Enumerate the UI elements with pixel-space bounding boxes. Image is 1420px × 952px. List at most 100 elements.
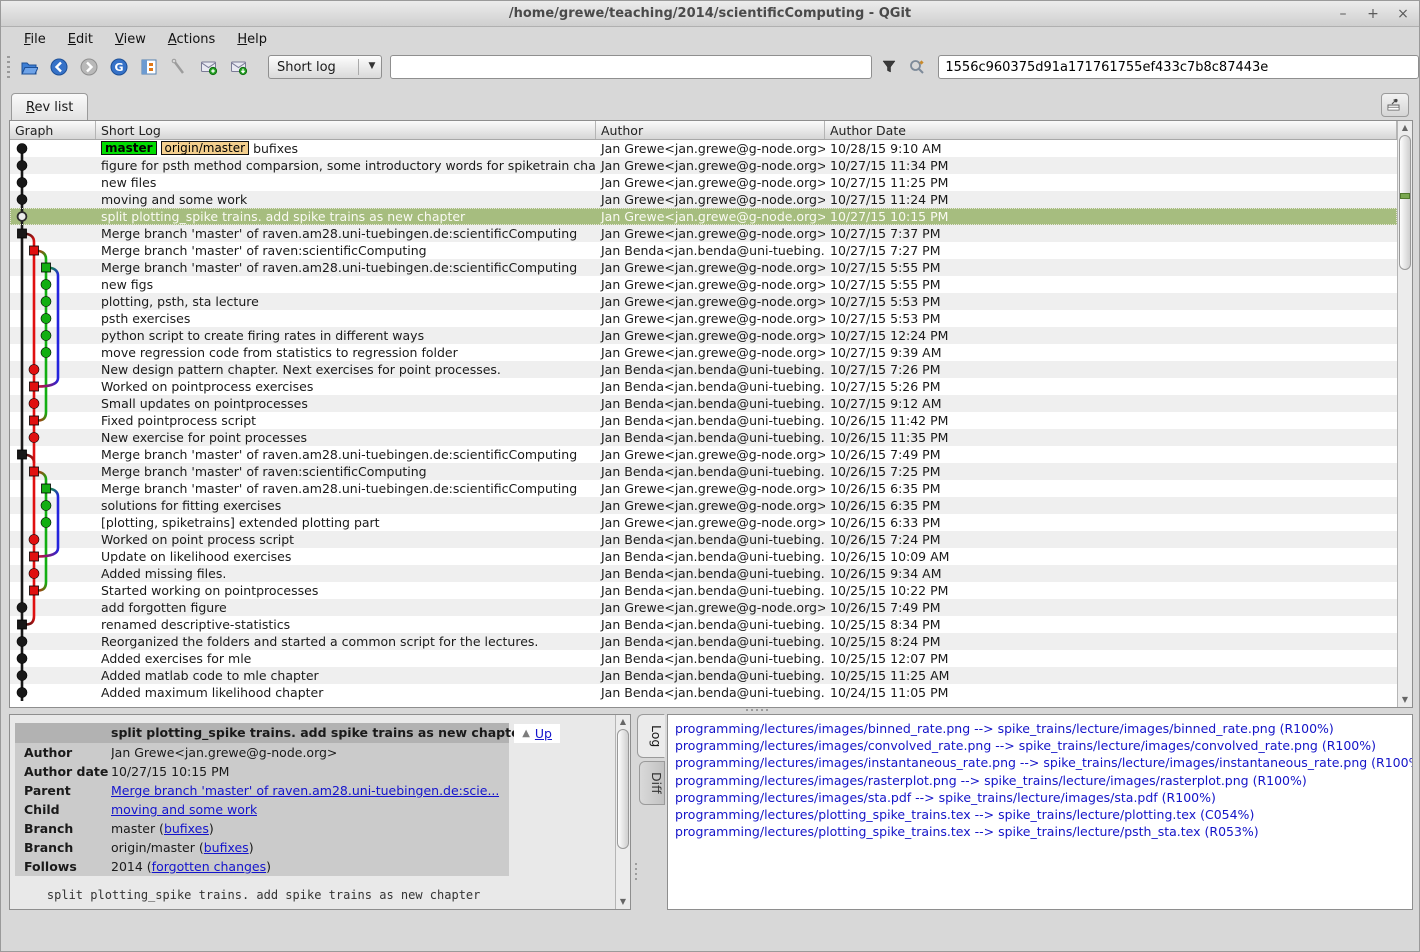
table-row[interactable]: [plotting, spiketrains] extended plottin…: [10, 514, 1397, 531]
view-mode-select[interactable]: Short log ▼: [268, 55, 382, 79]
column-header-author-date[interactable]: Author Date: [825, 121, 1397, 139]
commit-link[interactable]: forgotten changes: [152, 859, 266, 874]
commit-node-circle: [17, 637, 27, 647]
filter-input[interactable]: [390, 55, 872, 79]
side-tab-diff[interactable]: Diff: [639, 761, 665, 805]
file-rename-entry[interactable]: programming/lectures/images/sta.pdf --> …: [668, 789, 1412, 806]
table-row[interactable]: split plotting_spike trains. add spike t…: [10, 208, 1397, 225]
open-button[interactable]: [16, 54, 42, 80]
table-row[interactable]: Fixed pointprocess scriptJan Benda<jan.b…: [10, 412, 1397, 429]
table-row[interactable]: Reorganized the folders and started a co…: [10, 633, 1397, 650]
horizontal-splitter[interactable]: [746, 709, 768, 711]
minimize-button[interactable]: –: [1335, 1, 1351, 27]
menu-help[interactable]: Help: [226, 30, 278, 49]
table-row[interactable]: New exercise for point processesJan Bend…: [10, 429, 1397, 446]
commit-link[interactable]: bufixes: [204, 840, 249, 855]
table-row[interactable]: Merge branch 'master' of raven.am28.uni-…: [10, 446, 1397, 463]
table-row[interactable]: solutions for fitting exercisesJan Grewe…: [10, 497, 1397, 514]
toolbar: G Short log ▼: [1, 51, 1419, 83]
table-row[interactable]: move regression code from statistics to …: [10, 344, 1397, 361]
table-row[interactable]: Worked on pointprocess exercisesJan Bend…: [10, 378, 1397, 395]
table-row[interactable]: Merge branch 'master' of raven.am28.uni-…: [10, 225, 1397, 242]
file-rename-entry[interactable]: programming/lectures/images/rasterplot.p…: [668, 772, 1412, 789]
table-row[interactable]: renamed descriptive-statisticsJan Benda<…: [10, 616, 1397, 633]
rev-list-scrollbar[interactable]: ▲ ▼: [1397, 121, 1412, 707]
scroll-up-arrow[interactable]: ▲: [616, 716, 630, 728]
detail-field-label: Parent: [15, 781, 111, 800]
scroll-down-arrow[interactable]: ▼: [616, 896, 630, 908]
menu-file[interactable]: File: [13, 30, 57, 49]
highlight-search-button[interactable]: [906, 55, 928, 79]
file-rename-entry[interactable]: programming/lectures/images/convolved_ra…: [668, 737, 1412, 754]
scroll-down-arrow[interactable]: ▼: [1398, 694, 1412, 706]
table-row[interactable]: Added maximum likelihood chapterJan Bend…: [10, 684, 1397, 701]
commit-link[interactable]: Merge branch 'master' of raven.am28.uni-…: [111, 783, 499, 798]
filter-button[interactable]: [878, 55, 900, 79]
detach-tab-button[interactable]: [1381, 93, 1409, 117]
table-row[interactable]: Small updates on pointprocessesJan Benda…: [10, 395, 1397, 412]
column-header-graph[interactable]: Graph: [10, 121, 96, 139]
commit-link[interactable]: moving and some work: [111, 802, 257, 817]
tab-rev-list[interactable]: Rev list: [11, 93, 88, 120]
maximize-button[interactable]: +: [1365, 1, 1381, 27]
table-row[interactable]: psth exercisesJan Grewe<jan.grewe@g-node…: [10, 310, 1397, 327]
scroll-up-arrow[interactable]: ▲: [1398, 122, 1412, 134]
table-row[interactable]: Merge branch 'master' of raven:scientifi…: [10, 463, 1397, 480]
table-row[interactable]: add forgotten figureJan Grewe<jan.grewe@…: [10, 599, 1397, 616]
menu-view[interactable]: View: [104, 30, 157, 49]
table-row[interactable]: moving and some workJan Grewe<jan.grewe@…: [10, 191, 1397, 208]
commit-node-square: [18, 450, 27, 459]
back-button[interactable]: [46, 54, 72, 80]
file-rename-entry[interactable]: programming/lectures/plotting_spike_trai…: [668, 823, 1412, 840]
graph-cell: [10, 633, 96, 650]
reload-icon: G: [110, 58, 128, 76]
close-button[interactable]: ×: [1395, 1, 1411, 27]
table-row[interactable]: new figsJan Grewe<jan.grewe@g-node.org>1…: [10, 276, 1397, 293]
table-row[interactable]: masterorigin/masterbufixesJan Grewe<jan.…: [10, 140, 1397, 157]
file-rename-entry[interactable]: programming/lectures/plotting_spike_trai…: [668, 806, 1412, 823]
forward-button[interactable]: [76, 54, 102, 80]
scrollbar-thumb[interactable]: [1399, 135, 1411, 270]
title-bar[interactable]: /home/grewe/teaching/2014/scientificComp…: [1, 1, 1419, 27]
detail-field-label: Child: [15, 800, 111, 819]
vertical-splitter[interactable]: [635, 863, 637, 880]
table-row[interactable]: Worked on point process scriptJan Benda<…: [10, 531, 1397, 548]
author-date-cell: 10/27/15 9:39 AM: [825, 344, 1397, 361]
menu-actions[interactable]: Actions: [157, 30, 227, 49]
table-row[interactable]: plotting, psth, sta lectureJan Grewe<jan…: [10, 293, 1397, 310]
commit-graph: [10, 667, 96, 684]
table-row[interactable]: python script to create firing rates in …: [10, 327, 1397, 344]
file-rename-entry[interactable]: programming/lectures/images/instantaneou…: [668, 754, 1412, 771]
commit-graph: [10, 361, 96, 378]
column-header-short-log[interactable]: Short Log: [96, 121, 596, 139]
table-row[interactable]: Added exercises for mleJan Benda<jan.ben…: [10, 650, 1397, 667]
table-row[interactable]: Merge branch 'master' of raven.am28.uni-…: [10, 259, 1397, 276]
table-row[interactable]: Merge branch 'master' of raven.am28.uni-…: [10, 480, 1397, 497]
sha-input[interactable]: [938, 55, 1419, 79]
scrollbar-thumb[interactable]: [617, 729, 629, 849]
save-patch-button[interactable]: [196, 54, 222, 80]
table-row[interactable]: Merge branch 'master' of raven:scientifi…: [10, 242, 1397, 259]
graph-cell: [10, 548, 96, 565]
table-row[interactable]: Added missing files.Jan Benda<jan.benda@…: [10, 565, 1397, 582]
detail-scrollbar[interactable]: ▲ ▼: [615, 715, 630, 909]
table-row[interactable]: new filesJan Grewe<jan.grewe@g-node.org>…: [10, 174, 1397, 191]
table-row[interactable]: Added matlab code to mle chapterJan Bend…: [10, 667, 1397, 684]
highlight-button[interactable]: [166, 54, 192, 80]
author-cell: Jan Benda<jan.benda@uni-tuebing...: [596, 684, 825, 701]
apply-patch-button[interactable]: [226, 54, 252, 80]
table-row[interactable]: Update on likelihood exercisesJan Benda<…: [10, 548, 1397, 565]
column-header-author[interactable]: Author: [596, 121, 825, 139]
table-row[interactable]: figure for psth method comparsion, some …: [10, 157, 1397, 174]
up-button[interactable]: ▲ Up: [514, 724, 560, 743]
side-tab-log[interactable]: Log: [637, 714, 665, 758]
toggle-view-button[interactable]: [136, 54, 162, 80]
reload-button[interactable]: G: [106, 54, 132, 80]
commit-link[interactable]: bufixes: [164, 821, 209, 836]
table-row[interactable]: New design pattern chapter. Next exercis…: [10, 361, 1397, 378]
table-row[interactable]: Started working on pointprocessesJan Ben…: [10, 582, 1397, 599]
file-rename-entry[interactable]: programming/lectures/images/binned_rate.…: [668, 720, 1412, 737]
toolbar-handle[interactable]: [7, 56, 10, 78]
menu-edit[interactable]: Edit: [57, 30, 104, 49]
up-link[interactable]: Up: [535, 726, 552, 741]
